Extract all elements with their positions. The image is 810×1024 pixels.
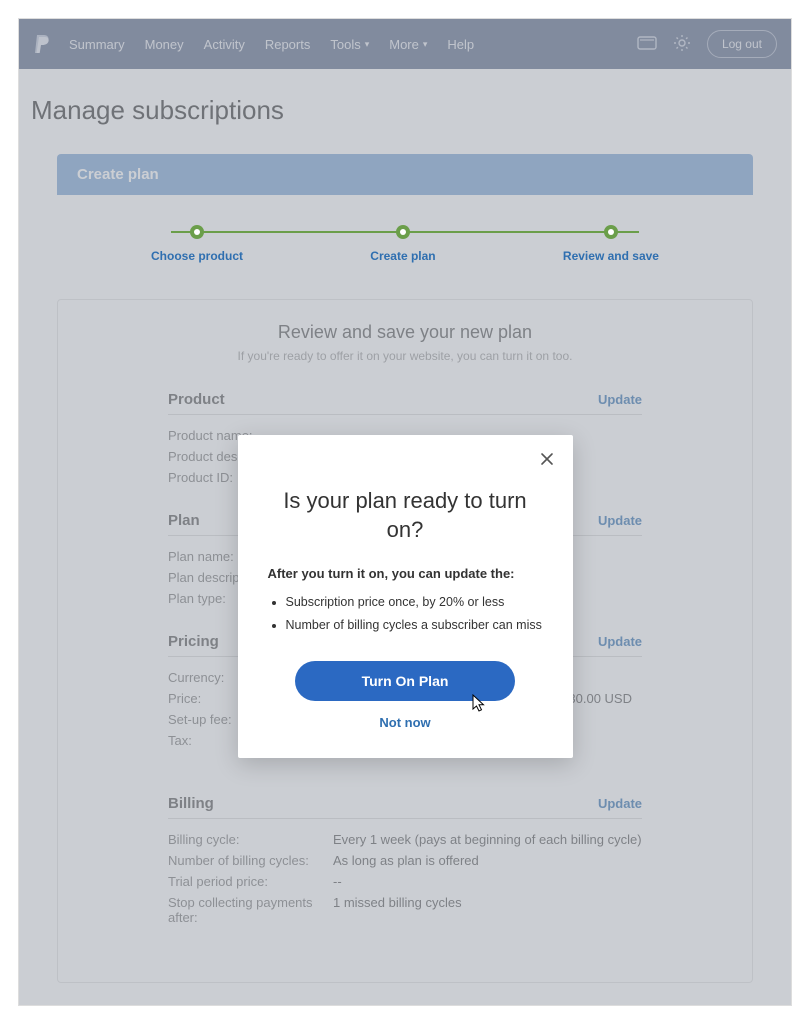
- close-icon[interactable]: [539, 451, 555, 472]
- step-choose-product: Choose product: [151, 225, 243, 263]
- step-label: Create plan: [370, 249, 435, 263]
- modal-subtitle: After you turn it on, you can update the…: [268, 566, 543, 581]
- checkmark-icon: [604, 225, 618, 239]
- step-review-save: Review and save: [563, 225, 659, 263]
- checkmark-icon: [190, 225, 204, 239]
- step-label: Review and save: [563, 249, 659, 263]
- modal-overlay: Is your plan ready to turn on? After you…: [19, 19, 791, 1005]
- step-label: Choose product: [151, 249, 243, 263]
- step-create-plan: Create plan: [370, 225, 435, 263]
- not-now-link[interactable]: Not now: [268, 715, 543, 730]
- modal-title: Is your plan ready to turn on?: [268, 487, 543, 544]
- modal-bullet: Subscription price once, by 20% or less: [286, 593, 543, 612]
- checkmark-icon: [396, 225, 410, 239]
- turn-on-plan-button[interactable]: Turn On Plan: [295, 661, 515, 701]
- modal-bullet: Number of billing cycles a subscriber ca…: [286, 616, 543, 635]
- turn-on-plan-modal: Is your plan ready to turn on? After you…: [238, 435, 573, 758]
- progress-stepper: Choose product Create plan Review and sa…: [151, 225, 659, 263]
- modal-bullet-list: Subscription price once, by 20% or less …: [268, 593, 543, 635]
